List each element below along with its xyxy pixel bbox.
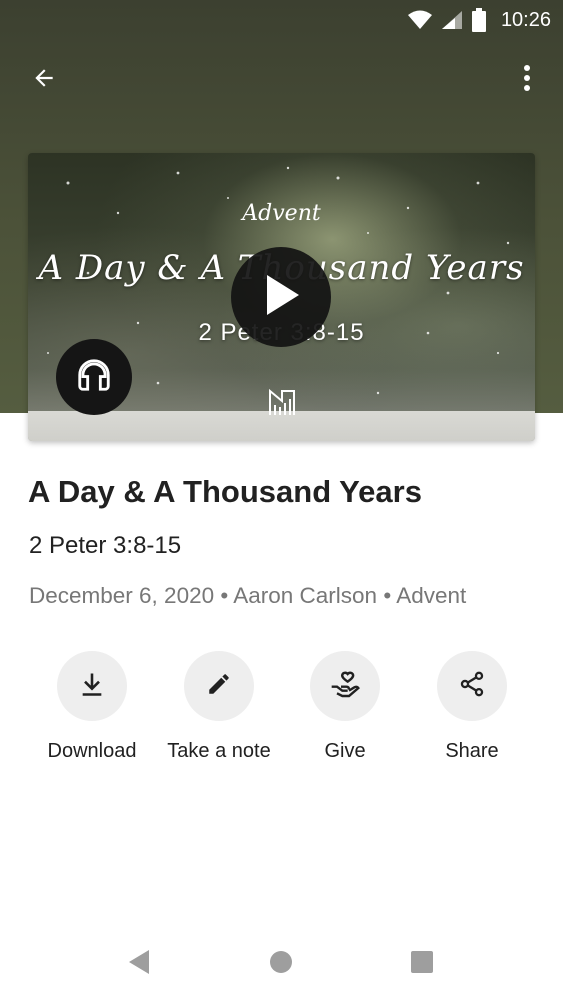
nav-recents-button[interactable]: [404, 946, 440, 982]
download-button[interactable]: Download: [27, 651, 157, 763]
sermon-title: A Day & A Thousand Years: [28, 474, 422, 509]
sermon-meta: December 6, 2020 • Aaron Carlson • Adven…: [29, 583, 467, 608]
take-note-label: Take a note: [167, 740, 271, 762]
nav-home-button[interactable]: [263, 946, 299, 982]
sermon-reference: 2 Peter 3:8-15: [29, 532, 182, 559]
battery-icon: [471, 8, 487, 32]
nav-home-icon: [269, 950, 293, 979]
take-note-button[interactable]: Take a note: [154, 651, 284, 763]
signal-icon: [441, 10, 463, 30]
give-button[interactable]: Give: [280, 651, 410, 763]
play-icon: [261, 273, 301, 322]
play-button[interactable]: [231, 247, 331, 347]
give-heart-hand-icon: [329, 668, 361, 705]
status-bar: 10:26: [0, 0, 563, 40]
give-circle: [310, 651, 380, 721]
share-button[interactable]: Share: [407, 651, 537, 763]
share-circle: [437, 651, 507, 721]
wifi-icon: [407, 10, 433, 30]
share-icon: [458, 670, 486, 703]
action-row: Download Take a note Give Share: [0, 651, 563, 771]
headphones-icon: [75, 356, 113, 399]
nav-back-icon: [127, 949, 151, 980]
sermon-thumbnail[interactable]: Advent A Day & A Thousand Years 2 Peter …: [28, 153, 535, 441]
nav-recents-icon: [410, 950, 434, 979]
more-options-button[interactable]: [505, 58, 549, 102]
take-note-circle: [184, 651, 254, 721]
system-nav-bar: [0, 930, 563, 994]
download-label: Download: [47, 740, 137, 762]
church-logo-icon: [267, 387, 297, 417]
download-icon: [78, 670, 106, 703]
listen-audio-button[interactable]: [56, 339, 132, 415]
more-vertical-icon: [523, 64, 531, 96]
nav-back-button[interactable]: [121, 946, 157, 982]
download-circle: [57, 651, 127, 721]
share-label: Share: [445, 740, 499, 762]
app-bar: [0, 50, 563, 110]
thumbnail-series-text: Advent: [242, 201, 321, 226]
status-time: 10:26: [500, 8, 551, 31]
back-button[interactable]: [22, 58, 66, 102]
pencil-icon: [206, 671, 232, 702]
arrow-back-icon: [31, 65, 57, 96]
give-label: Give: [324, 740, 366, 762]
